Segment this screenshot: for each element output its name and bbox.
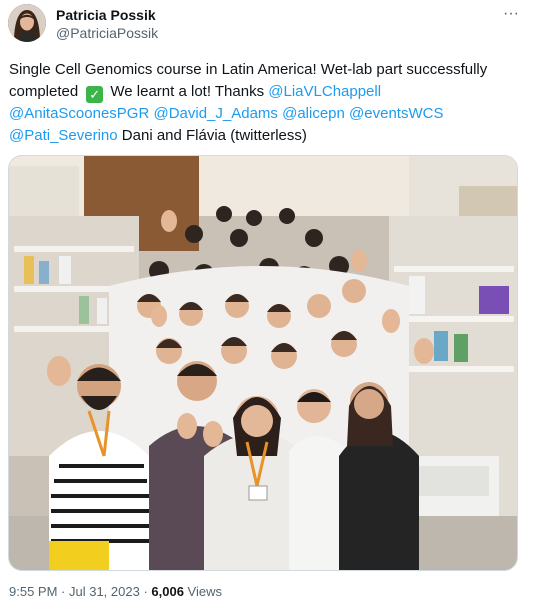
mention-link[interactable]: @David_J_Adams [153,105,277,122]
author-display-name[interactable]: Patricia Possik [56,7,156,23]
tweet-text-tail: Dani and Flávia (twitterless) [121,127,307,144]
tweet-card: Patricia Possik @PatriciaPossik ··· Sing… [0,0,533,613]
tweet-photo[interactable] [8,155,518,571]
views-label: Views [183,584,222,599]
meta-separator: · [139,584,152,599]
check-mark-icon: ✓ [86,86,104,103]
tweet-line-1: Single Cell Genomics course in Latin Ame… [9,61,488,78]
group-photo-illustration [9,156,517,570]
tweet-text-thanks: We learnt a lot! Thanks [110,83,265,100]
more-horizontal-icon: ··· [503,5,519,22]
views-count: 6,006 [151,584,184,599]
tweet-text: Single Cell Genomics course in Latin Ame… [9,59,524,147]
mention-link[interactable]: @Pati_Severino [9,127,118,144]
meta-separator: · [57,584,69,599]
more-options-button[interactable]: ··· [498,3,524,25]
avatar-image [8,4,46,42]
author-handle[interactable]: @PatriciaPossik [56,25,158,41]
tweet-line-2: completed ✓ We learnt a lot! Thanks @LiaV… [9,81,524,103]
avatar[interactable] [8,4,46,42]
mention-link[interactable]: @AnitaScoonesPGR [9,105,149,122]
tweet-date[interactable]: Jul 31, 2023 [69,584,140,599]
mention-link[interactable]: @alicepn [282,105,345,122]
tweet-text-completed: completed [9,83,79,100]
tweet-time[interactable]: 9:55 PM [9,584,57,599]
tweet-line-3: @AnitaScoonesPGR @David_J_Adams @alicepn… [9,103,524,125]
mention-link[interactable]: @eventsWCS [349,105,443,122]
tweet-meta: 9:55 PM · Jul 31, 2023 · 6,006 Views [9,584,222,599]
tweet-line-4: @Pati_Severino Dani and Flávia (twitterl… [9,125,524,147]
mention-link[interactable]: @LiaVLChappell [268,83,381,100]
